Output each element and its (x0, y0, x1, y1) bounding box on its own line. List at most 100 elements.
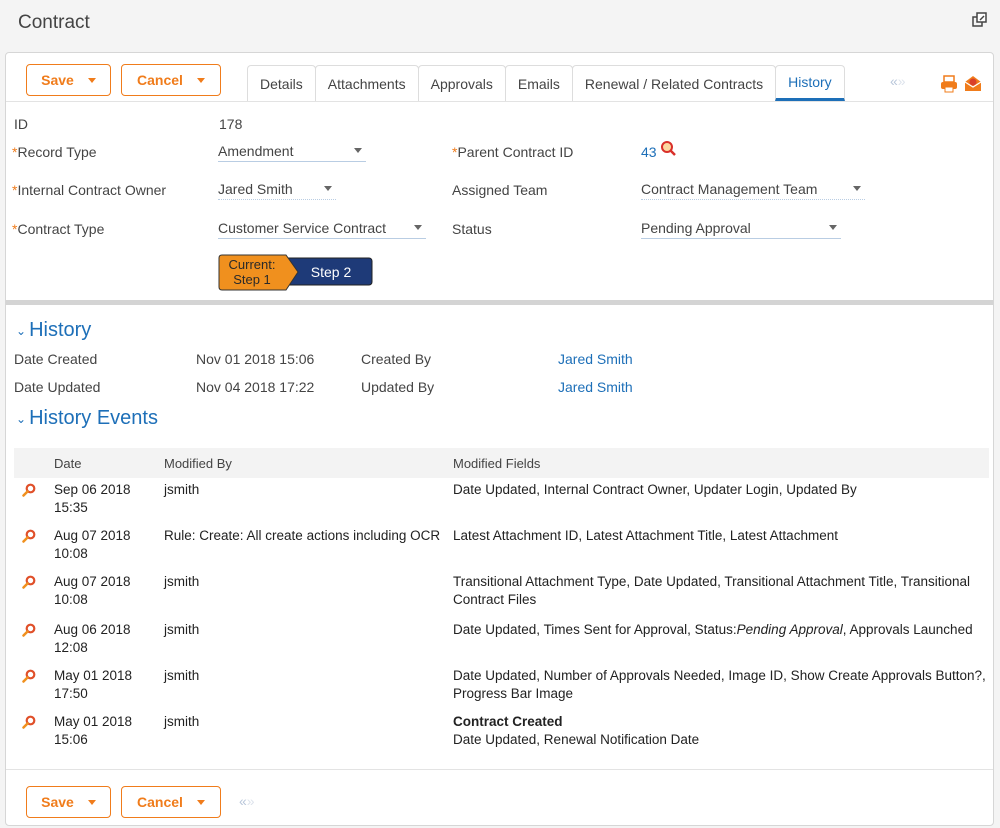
history-events-toggle[interactable]: ⌄ History Events (16, 407, 158, 430)
tab-attachments[interactable]: Attachments (314, 65, 419, 101)
status-label: Status (452, 221, 492, 237)
history-events-title: History Events (29, 407, 158, 429)
chevron-down-icon (853, 186, 861, 191)
event-date: Aug 06 2018 12:08 (54, 622, 131, 655)
print-icon[interactable] (940, 75, 958, 93)
chevron-down-icon (196, 799, 205, 805)
events-table-header: Date Modified By Modified Fields (14, 448, 989, 478)
assigned-team-value: Contract Management Team (641, 180, 818, 197)
view-event-icon[interactable] (22, 669, 36, 683)
event-modified-fields: Date Updated, Times Sent for Approval, S… (453, 622, 973, 637)
cancel-label: Cancel (137, 794, 183, 810)
tab-details[interactable]: Details (247, 65, 316, 101)
tab-approvals[interactable]: Approvals (417, 65, 506, 101)
chevron-down-icon (324, 186, 332, 191)
created-by-label: Created By (361, 351, 432, 367)
record-panel: Save Cancel Details Attachments Approval… (5, 52, 994, 826)
save-label: Save (41, 794, 74, 810)
chevron-down-icon (87, 799, 96, 805)
event-created-flag: Contract Created (453, 714, 563, 729)
event-modified-by: jsmith (164, 574, 200, 589)
updated-by-link[interactable]: Jared Smith (558, 379, 633, 395)
event-modified-by: jsmith (164, 668, 200, 683)
history-section-toggle[interactable]: ⌄ History (16, 319, 91, 342)
tab-emails[interactable]: Emails (504, 65, 573, 101)
save-label: Save (41, 72, 74, 88)
next-page-icon[interactable]: » (898, 73, 906, 89)
record-type-value: Amendment (218, 142, 294, 159)
view-event-icon[interactable] (22, 575, 36, 589)
id-label: ID (14, 116, 28, 132)
status-value: Pending Approval (641, 219, 751, 236)
tab-history[interactable]: History (775, 65, 845, 101)
cancel-button[interactable]: Cancel (121, 64, 221, 96)
date-created-value: Nov 01 2018 15:06 (196, 351, 315, 367)
column-modified-fields: Modified Fields (453, 456, 541, 471)
contract-type-label: *Contract Type (12, 221, 105, 237)
event-modified-fields: Date Updated, Number of Approvals Needed… (453, 668, 986, 701)
internal-owner-value: Jared Smith (218, 180, 293, 197)
save-button[interactable]: Save (26, 64, 111, 96)
internal-owner-label: *Internal Contract Owner (12, 182, 167, 198)
contract-type-select[interactable]: Customer Service Contract (218, 217, 426, 239)
event-date: Sep 06 2018 15:35 (54, 482, 131, 515)
parent-contract-id-link[interactable]: 43 (641, 144, 657, 160)
assigned-team-label: Assigned Team (452, 182, 548, 198)
footer-save-button[interactable]: Save (26, 786, 111, 818)
event-modified-fields: Contract Created Date Updated, Renewal No… (453, 714, 700, 747)
tab-renewal-related-contracts[interactable]: Renewal / Related Contracts (571, 65, 777, 101)
internal-owner-select[interactable]: Jared Smith (218, 178, 336, 200)
event-modified-fields: Date Updated, Internal Contract Owner, U… (453, 482, 857, 497)
chevron-down-icon (829, 225, 837, 230)
chevron-down-icon: ⌄ (16, 411, 27, 426)
prev-page-icon[interactable]: « (239, 793, 247, 809)
column-date: Date (54, 456, 82, 471)
date-updated-label: Date Updated (14, 379, 101, 395)
event-date: Aug 07 2018 10:08 (54, 528, 131, 561)
email-icon[interactable] (963, 73, 983, 93)
record-type-label: *Record Type (12, 144, 97, 160)
view-event-icon[interactable] (22, 483, 36, 497)
assigned-team-select[interactable]: Contract Management Team (641, 178, 865, 200)
id-value: 178 (219, 116, 243, 132)
view-event-icon[interactable] (22, 715, 36, 729)
event-modified-by: jsmith (164, 622, 200, 637)
footer-cancel-button[interactable]: Cancel (121, 786, 221, 818)
event-modified-fields: Transitional Attachment Type, Date Updat… (453, 574, 971, 607)
view-event-icon[interactable] (22, 529, 36, 543)
section-divider (6, 300, 993, 305)
updated-by-label: Updated By (361, 379, 435, 395)
created-by-link[interactable]: Jared Smith (558, 351, 633, 367)
event-modified-by: jsmith (164, 482, 200, 497)
event-modified-by: jsmith (164, 714, 200, 729)
page-title: Contract (18, 12, 90, 33)
status-select[interactable]: Pending Approval (641, 217, 841, 239)
tab-underline (6, 101, 993, 102)
chevron-down-icon: ⌄ (16, 323, 27, 338)
cancel-label: Cancel (137, 72, 183, 88)
step-current: Current: Step 1 (228, 257, 276, 287)
chevron-down-icon (87, 77, 96, 83)
date-created-label: Date Created (14, 351, 98, 367)
event-date: May 01 2018 15:06 (54, 714, 133, 747)
step-next: Step 2 (310, 264, 352, 280)
event-date: Aug 07 2018 10:08 (54, 574, 131, 607)
chevron-down-icon (196, 77, 205, 83)
popout-icon[interactable] (972, 12, 988, 28)
parent-contract-id-label: *Parent Contract ID (452, 144, 574, 160)
tab-bar: Details Attachments Approvals Emails Ren… (247, 65, 845, 101)
footer-divider (6, 769, 993, 770)
next-page-icon[interactable]: » (247, 793, 255, 809)
event-modified-fields: Latest Attachment ID, Latest Attachment … (453, 528, 838, 543)
chevron-down-icon (414, 225, 422, 230)
event-date: May 01 2018 17:50 (54, 668, 133, 701)
date-updated-value: Nov 04 2018 17:22 (196, 379, 315, 395)
event-modified-by: Rule: Create: All create actions includi… (164, 528, 441, 543)
chevron-down-icon (354, 148, 362, 153)
column-modified-by: Modified By (164, 456, 232, 471)
prev-page-icon[interactable]: « (890, 73, 898, 89)
contract-type-value: Customer Service Contract (218, 219, 387, 236)
view-event-icon[interactable] (22, 623, 36, 637)
lookup-search-icon[interactable] (660, 140, 677, 157)
record-type-select[interactable]: Amendment (218, 140, 366, 162)
